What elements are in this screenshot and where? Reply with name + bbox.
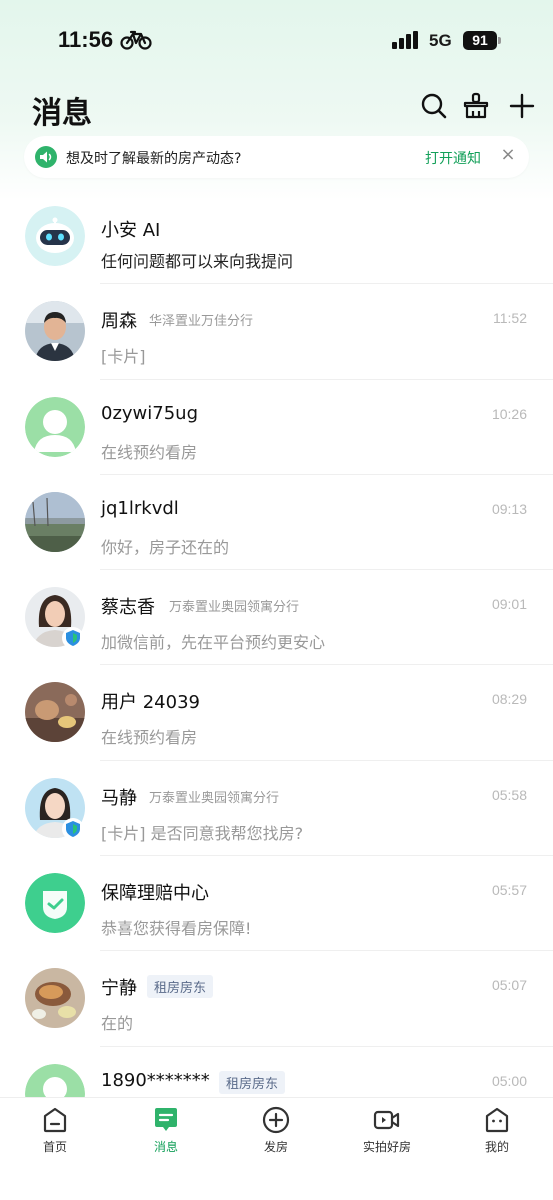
conversation-item[interactable]: 用户 24039 08:29 在线预约看房 [0,665,553,761]
landlord-tag: 租房房东 [147,975,214,999]
conversation-name: jq1lrkvdl [101,497,179,519]
landscape-photo-avatar [25,491,85,552]
conversation-name: 0zywi75ug [101,402,199,424]
plus-circle-icon [262,1106,290,1134]
clean-brush-icon[interactable] [462,92,490,120]
bicycle-icon [120,30,152,50]
conversation-item[interactable]: jq1lrkvdl 09:13 你好，房子还在的 [0,475,553,571]
search-icon[interactable] [420,92,448,120]
man-photo-avatar [25,301,85,362]
conversation-name: 1890******* [101,1069,210,1091]
message-time: 09:01 [491,596,527,613]
battery-tip [498,37,501,44]
conversation-item[interactable]: 马静 万泰置业奥园领寓分行 05:58 [卡片] 是否同意我帮您找房? [0,761,553,857]
tab-post-listing[interactable]: 发房 [231,1106,321,1166]
tab-label: 首页 [42,1140,67,1154]
message-time: 08:29 [491,691,527,708]
tab-label: 消息 [153,1140,178,1154]
conversation-name: 保障理赔中心 [101,883,209,905]
message-time: 05:00 [491,1072,527,1089]
conversation-preview: 任何问题都可以来向我提问 [101,252,294,271]
message-time: 05:57 [491,882,527,899]
message-time: 10:26 [491,405,527,422]
conversation-item[interactable]: 宁静 租房房东 05:07 在的 [0,951,553,1047]
agency-name: 华泽置业万佳分行 [149,314,254,330]
conversation-preview: 恭喜您获得看房保障! [101,919,252,939]
close-icon[interactable]: × [498,144,518,168]
agency-name: 万泰置业奥园领寓分行 [169,600,300,616]
network-type: 5G [429,31,452,50]
tab-label: 实拍好房 [362,1140,411,1154]
conversation-preview: 加微信前，先在平台预约更安心 [101,633,326,653]
default-user-avatar [25,396,85,457]
speaker-icon [35,146,57,168]
verified-shield-icon [62,627,84,650]
cellular-signal-icon [392,31,418,49]
message-icon [155,1108,177,1131]
tab-profile[interactable]: 我的 [452,1106,542,1166]
enable-notification-button[interactable]: 打开通知 [425,148,481,168]
video-camera-icon [373,1110,400,1130]
agency-name: 万泰置业奥园领寓分行 [149,790,280,806]
landlord-tag: 租房房东 [219,1070,286,1094]
message-time: 09:13 [491,500,527,517]
tab-video-listings[interactable]: 实拍好房 [342,1106,432,1166]
shield-check-avatar [25,873,85,934]
tab-label: 发房 [263,1140,288,1154]
bottom-tab-bar: 首页 消息 发房 实拍好房 我的 [0,1097,553,1200]
tea-photo-avatar [25,682,85,743]
conversation-item[interactable]: 蔡志香 万泰置业奥园领寓分行 09:01 加微信前，先在平台预约更安心 [0,570,553,666]
conversation-item[interactable]: 保障理赔中心 05:57 恭喜您获得看房保障! [0,856,553,952]
conversation-item[interactable]: 周森 华泽置业万佳分行 11:52 [卡片] [0,284,553,380]
conversation-name: 周森 [101,311,137,333]
tab-home[interactable]: 首页 [10,1106,100,1166]
status-bar: 11:56 5G 91 [0,0,553,80]
conversation-name: 马静 [101,787,137,809]
message-time: 11:52 [493,310,527,327]
home-icon [43,1107,67,1133]
battery-indicator: 91 [463,31,497,50]
profile-icon [485,1107,509,1133]
notification-text: 想及时了解最新的房产动态? [66,151,242,167]
message-time: 05:58 [491,786,527,803]
add-icon[interactable] [508,92,536,120]
tab-label: 我的 [484,1140,509,1154]
food-photo-avatar [25,968,85,1029]
conversation-preview: 在线预约看房 [101,728,198,748]
page-header: 消息 [0,80,553,132]
conversation-name: 蔡志香 [101,597,155,619]
conversation-preview: 在的 [101,1014,134,1034]
verified-shield-icon [62,817,84,840]
message-time: 05:07 [491,977,527,994]
notification-banner: 想及时了解最新的房产动态? 打开通知 × [24,136,529,178]
conversation-name: 宁静 [101,978,137,1000]
ai-robot-avatar [25,206,85,266]
tab-messages[interactable]: 消息 [121,1106,211,1166]
conversation-preview: [卡片] [101,347,146,367]
conversation-preview: 你好，房子还在的 [101,537,230,557]
conversation-preview: 在线预约看房 [101,442,198,462]
status-time: 11:56 [58,27,114,52]
conversation-item-ai[interactable]: 小安 AI 任何问题都可以来向我提问 [0,189,553,285]
conversation-name: 用户 24039 [101,692,200,714]
conversation-preview: [卡片] 是否同意我帮您找房? [101,823,304,843]
page-title: 消息 [32,96,92,131]
conversation-item[interactable]: 0zywi75ug 10:26 在线预约看房 [0,380,553,475]
conversation-list: 小安 AI 任何问题都可以来向我提问 周森 华泽置业万佳分行 11:52 [卡片… [0,189,553,1142]
conversation-name: 小安 AI [101,220,161,241]
